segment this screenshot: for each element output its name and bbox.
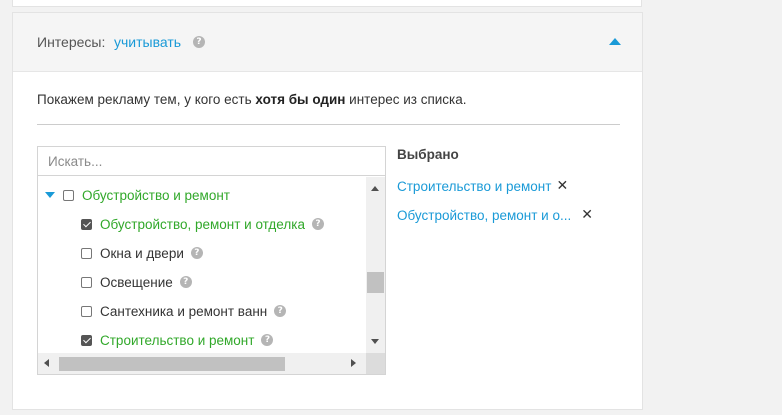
- interests-picker: Обустройство и ремонт Обустройство, ремо…: [37, 146, 386, 375]
- tree-item-label: Окна и двери: [100, 245, 184, 261]
- panel-header[interactable]: Интересы: учитывать ?: [13, 13, 642, 72]
- help-icon[interactable]: ?: [193, 36, 205, 48]
- vertical-scrollbar[interactable]: [366, 177, 385, 353]
- help-icon[interactable]: ?: [190, 247, 203, 259]
- expand-toggle-icon[interactable]: [45, 192, 55, 198]
- selected-title: Выбрано: [397, 147, 459, 162]
- remove-icon[interactable]: ✕: [556, 178, 568, 194]
- item-checkbox[interactable]: [81, 334, 92, 346]
- scroll-right-icon[interactable]: [351, 359, 356, 367]
- tree-item-parent[interactable]: Обустройство и ремонт: [45, 185, 230, 205]
- horizontal-scrollbar[interactable]: [38, 353, 366, 374]
- scroll-down-icon[interactable]: [371, 339, 379, 344]
- help-icon[interactable]: ?: [261, 334, 274, 346]
- tree-item[interactable]: Сантехника и ремонт ванн ?: [81, 301, 287, 321]
- collapse-up-icon[interactable]: [609, 38, 621, 45]
- vertical-scroll-thumb[interactable]: [367, 272, 384, 293]
- tree-item-label: Освещение: [100, 274, 173, 290]
- help-icon[interactable]: ?: [179, 276, 192, 288]
- remove-icon[interactable]: ✕: [581, 207, 593, 223]
- interests-label: Интересы:: [37, 34, 106, 50]
- tree-item-label: Сантехника и ремонт ванн: [100, 303, 268, 319]
- item-checkbox[interactable]: [81, 247, 92, 259]
- scroll-up-icon[interactable]: [371, 186, 379, 191]
- interests-mode-link[interactable]: учитывать: [114, 34, 181, 50]
- targeting-description: Покажем рекламу тем, у кого есть хотя бы…: [37, 92, 467, 107]
- scrollbar-corner: [366, 353, 385, 374]
- item-checkbox[interactable]: [81, 305, 92, 317]
- help-icon[interactable]: ?: [274, 305, 287, 317]
- parent-checkbox[interactable]: [63, 189, 74, 201]
- tree-item[interactable]: Освещение ?: [81, 272, 192, 292]
- search-input[interactable]: [38, 147, 385, 176]
- scroll-left-icon[interactable]: [44, 359, 49, 367]
- tree-item[interactable]: Окна и двери ?: [81, 243, 203, 263]
- tree-item-label: Обустройство, ремонт и отделка: [100, 216, 305, 232]
- selected-item: Обустройство, ремонт и о... ✕: [397, 206, 593, 224]
- tree-item[interactable]: Обустройство, ремонт и отделка ?: [81, 214, 324, 234]
- selected-item: Строительство и ремонт ✕: [397, 177, 568, 195]
- previous-panel-edge: [12, 0, 642, 7]
- horizontal-scroll-thumb[interactable]: [59, 357, 285, 371]
- item-checkbox[interactable]: [81, 276, 92, 288]
- description-prefix: Покажем рекламу тем, у кого есть: [37, 92, 256, 107]
- item-checkbox[interactable]: [81, 218, 92, 230]
- selected-item-label[interactable]: Обустройство, ремонт и о...: [397, 208, 571, 223]
- description-emphasis: хотя бы один: [255, 92, 346, 107]
- divider: [37, 124, 620, 125]
- tree-item-label: Строительство и ремонт: [100, 332, 255, 348]
- selected-item-label[interactable]: Строительство и ремонт: [397, 179, 551, 194]
- help-icon[interactable]: ?: [311, 218, 324, 230]
- description-suffix: интерес из списка.: [345, 92, 467, 107]
- interests-tree: Обустройство и ремонт Обустройство, ремо…: [38, 177, 366, 353]
- tree-item-label: Обустройство и ремонт: [82, 187, 230, 203]
- tree-item[interactable]: Строительство и ремонт ?: [81, 330, 274, 350]
